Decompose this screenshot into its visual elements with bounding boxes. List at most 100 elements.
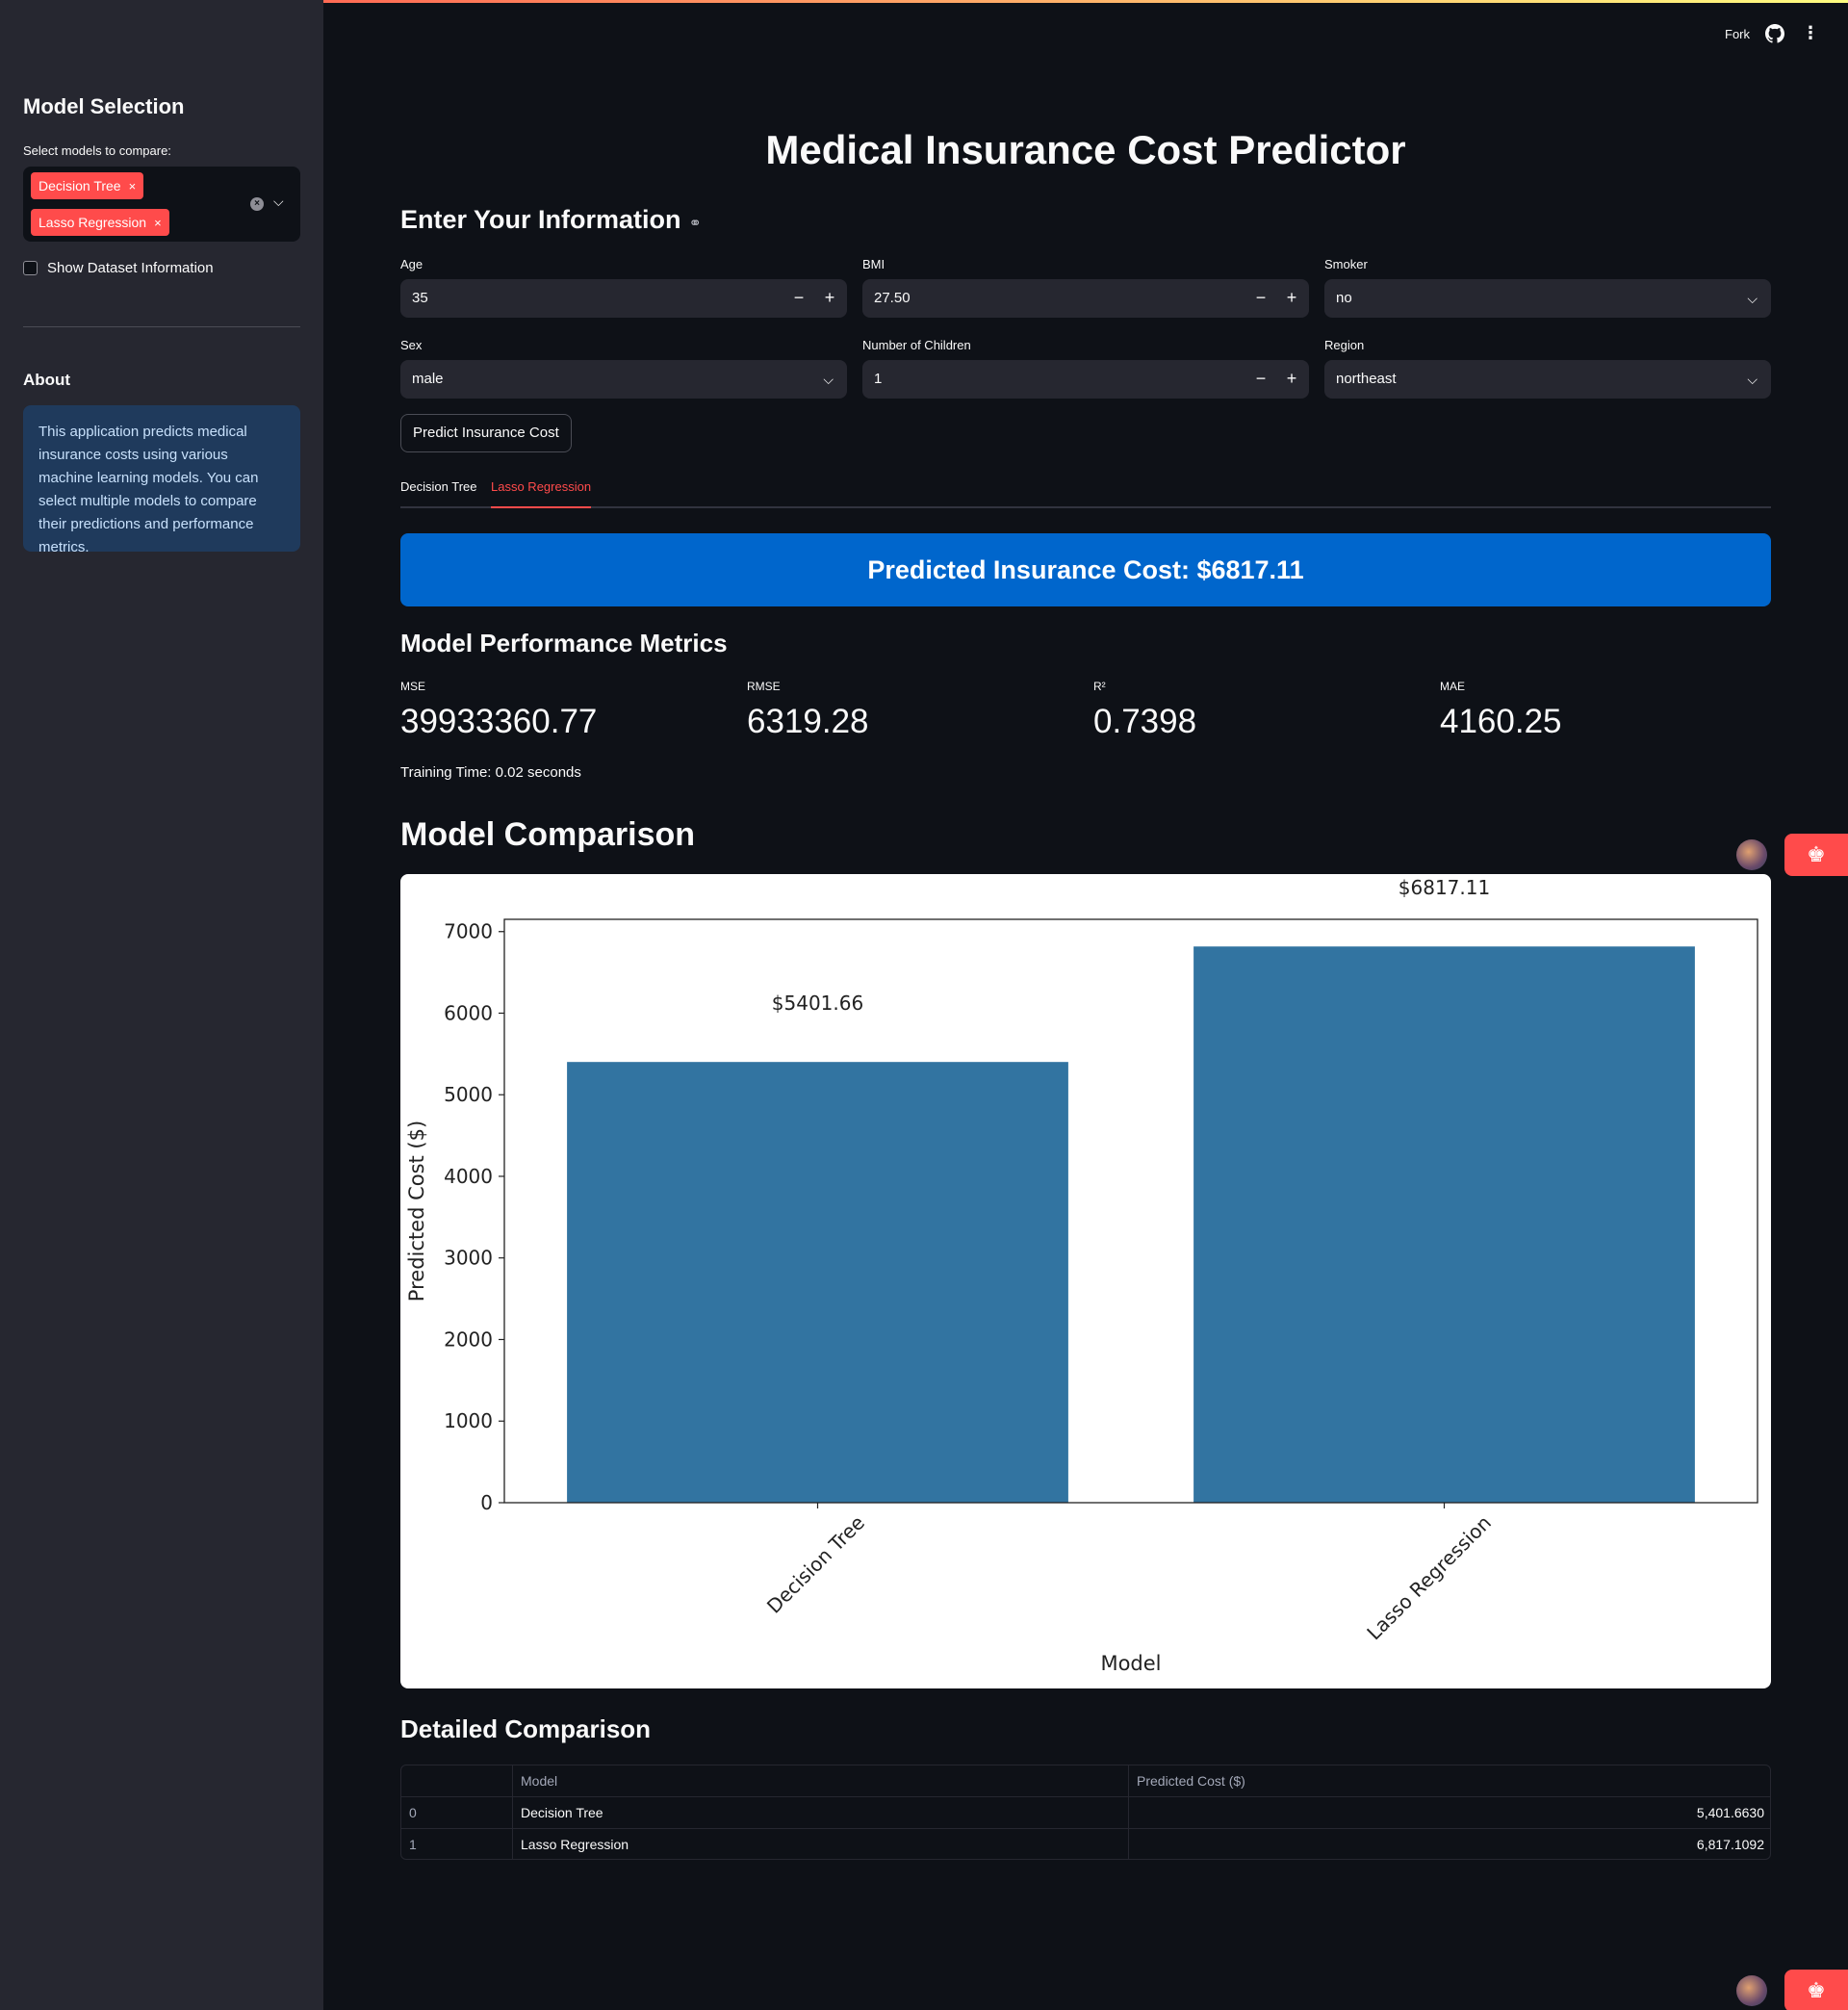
row-cost: 5,401.6630	[1696, 1805, 1764, 1820]
input-section-label: Enter Your Information	[400, 205, 681, 234]
sex-value: male	[412, 371, 444, 387]
detailed-title: Detailed Comparison	[400, 1714, 652, 1743]
tab-decision-tree[interactable]: Decision Tree	[400, 479, 476, 508]
region-value: northeast	[1336, 371, 1397, 387]
crown-icon[interactable]: ♚	[1784, 834, 1848, 876]
sidebar-title: Model Selection	[23, 94, 185, 118]
metric-rmse: RMSE 6319.28	[747, 680, 1074, 741]
comparison-chart: $5401.66 Decision Tree $6817.11 Lasso Regre…	[400, 874, 1771, 1688]
bar	[1194, 946, 1695, 1503]
data-label: $6817.11	[1399, 876, 1490, 899]
crown-icon[interactable]: ♚	[1784, 1970, 1848, 2010]
chip-remove-icon[interactable]: ×	[154, 216, 162, 230]
metric-label: MAE	[1440, 680, 1466, 693]
age-increment-button[interactable]: +	[814, 279, 845, 318]
checkbox-label: Show Dataset Information	[47, 260, 214, 276]
divider	[23, 326, 300, 327]
table-row[interactable]: 1 Lasso Regression 6,817.1092	[401, 1829, 1770, 1859]
y-tick-label: 4000	[444, 1165, 493, 1188]
x-axis-label: Model	[1100, 1652, 1161, 1675]
kebab-menu-icon[interactable]: ⋮	[1802, 23, 1819, 43]
chip-label: Lasso Regression	[38, 215, 147, 230]
header-model[interactable]: Model	[513, 1765, 1129, 1797]
y-tick-label: 1000	[444, 1409, 493, 1432]
children-decrement-button[interactable]: −	[1245, 360, 1276, 399]
age-decrement-button[interactable]: −	[783, 279, 814, 318]
clear-all-icon[interactable]: ×	[250, 197, 264, 211]
link-icon[interactable]: ⚭	[689, 216, 702, 232]
x-tick-label: Lasso Regression	[1362, 1511, 1496, 1645]
header-index	[401, 1765, 513, 1797]
smoker-select[interactable]: no ⌵	[1324, 279, 1771, 318]
chevron-down-icon[interactable]: ⌵	[1747, 279, 1758, 318]
avatar[interactable]	[1736, 1975, 1767, 2006]
age-input[interactable]: 35 − +	[400, 279, 847, 318]
row-cost: 6,817.1092	[1696, 1837, 1764, 1852]
chip-label: Decision Tree	[38, 178, 121, 193]
chevron-down-icon[interactable]: ⌵	[823, 360, 834, 399]
top-toolbar: Fork ⋮	[1656, 23, 1848, 46]
bmi-input[interactable]: 27.50 − +	[862, 279, 1309, 318]
github-icon[interactable]	[1765, 24, 1784, 43]
sex-select[interactable]: male ⌵	[400, 360, 847, 399]
checkbox-icon[interactable]	[23, 261, 38, 275]
bmi-increment-button[interactable]: +	[1276, 279, 1307, 318]
bmi-label: BMI	[862, 257, 886, 271]
metric-value: 39933360.77	[400, 703, 598, 740]
bmi-decrement-button[interactable]: −	[1245, 279, 1276, 318]
table-header: Model Predicted Cost ($)	[401, 1765, 1770, 1797]
sex-label: Sex	[400, 338, 423, 352]
about-info-box: This application predicts medical insura…	[23, 405, 300, 555]
region-select[interactable]: northeast ⌵	[1324, 360, 1771, 399]
metric-value: 0.7398	[1093, 703, 1197, 740]
chip-lasso-regression[interactable]: Lasso Regression ×	[31, 209, 169, 236]
sidebar: Model Selection Select models to compare…	[0, 0, 323, 2010]
metric-label: MSE	[400, 680, 426, 693]
children-value: 1	[874, 371, 883, 387]
training-time: Training Time: 0.02 seconds	[400, 764, 581, 781]
chevron-down-icon[interactable]: ⌵	[273, 193, 284, 210]
model-tabs: Decision Tree Lasso Regression	[400, 477, 1771, 508]
chevron-down-icon[interactable]: ⌵	[1747, 360, 1758, 399]
metric-mse: MSE 39933360.77	[400, 680, 728, 741]
input-section-title: Enter Your Information ⚭	[400, 205, 702, 235]
comparison-title: Model Comparison	[400, 816, 696, 853]
data-label: $5401.66	[772, 992, 863, 1015]
page-title: Medical Insurance Cost Predictor	[765, 127, 1406, 172]
children-increment-button[interactable]: +	[1276, 360, 1307, 399]
y-tick-label: 0	[480, 1491, 493, 1514]
metric-r2: R² 0.7398	[1093, 680, 1421, 741]
metric-label: RMSE	[747, 680, 781, 693]
prediction-banner: Predicted Insurance Cost: $6817.11	[400, 533, 1771, 606]
y-tick-label: 5000	[444, 1083, 493, 1106]
bar-chart-svg: $5401.66 Decision Tree $6817.11 Lasso Regre…	[405, 876, 1758, 1675]
table-row[interactable]: 0 Decision Tree 5,401.6630	[401, 1797, 1770, 1829]
avatar[interactable]	[1736, 839, 1767, 870]
metric-label: R²	[1093, 680, 1106, 693]
predict-button[interactable]: Predict Insurance Cost	[400, 414, 572, 452]
header-cost[interactable]: Predicted Cost ($)	[1129, 1765, 1770, 1797]
comparison-table: Model Predicted Cost ($) 0 Decision Tree…	[400, 1765, 1771, 1860]
y-axis-label: Predicted Cost ($)	[405, 1121, 428, 1301]
metric-mae: MAE 4160.25	[1440, 680, 1767, 741]
metrics-title: Model Performance Metrics	[400, 629, 728, 657]
children-label: Number of Children	[862, 338, 971, 352]
age-label: Age	[400, 257, 424, 271]
row-index: 0	[401, 1797, 513, 1829]
bmi-value: 27.50	[874, 290, 911, 306]
age-value: 35	[412, 290, 428, 306]
smoker-value: no	[1336, 290, 1352, 306]
y-tick-label: 7000	[444, 920, 493, 943]
model-multiselect[interactable]: Decision Tree × Lasso Regression × × ⌵	[23, 167, 300, 242]
show-dataset-checkbox[interactable]: Show Dataset Information	[23, 260, 214, 276]
smoker-label: Smoker	[1324, 257, 1368, 271]
tab-lasso-regression[interactable]: Lasso Regression	[491, 479, 592, 508]
row-index: 1	[401, 1829, 513, 1859]
children-input[interactable]: 1 − +	[862, 360, 1309, 399]
chip-remove-icon[interactable]: ×	[129, 179, 137, 193]
y-tick-label: 2000	[444, 1327, 493, 1351]
x-tick-label: Decision Tree	[762, 1511, 869, 1618]
fork-button[interactable]: Fork	[1725, 27, 1750, 41]
y-tick-label: 6000	[444, 1001, 493, 1024]
chip-decision-tree[interactable]: Decision Tree ×	[31, 172, 144, 199]
